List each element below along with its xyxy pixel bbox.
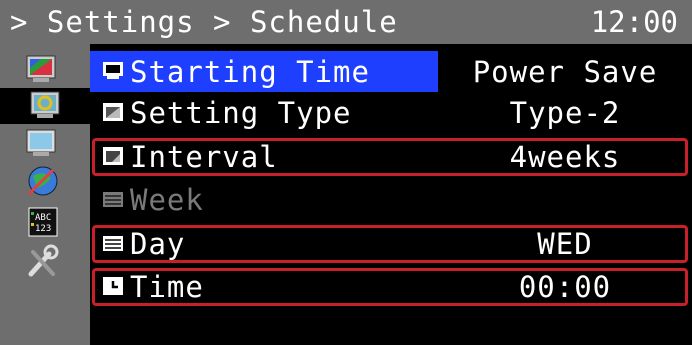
title-bar: > Settings > Schedule 12:00 xyxy=(0,0,692,44)
settings-menu: Starting Time Power Save Setting Type Ty… xyxy=(90,44,692,345)
globe-arrow-icon[interactable] xyxy=(12,164,74,200)
setting-type-label: Setting Type xyxy=(130,96,352,130)
clock: 12:00 xyxy=(590,5,678,39)
monitor-screen-icon xyxy=(103,62,123,79)
keyboard-icon xyxy=(103,192,123,207)
starting-time-value: Power Save xyxy=(472,55,658,89)
day-value: WED xyxy=(537,227,593,261)
svg-text:123: 123 xyxy=(35,224,51,234)
menu-row-starting-time[interactable]: Starting Time Power Save xyxy=(90,51,692,92)
breadcrumb: > Settings > Schedule xyxy=(10,5,398,39)
menu-row-setting-type[interactable]: Setting Type Type-2 xyxy=(90,92,692,133)
menu-row-interval[interactable]: Interval 4weeks xyxy=(90,136,692,177)
day-label: Day xyxy=(130,227,186,261)
monitor-icon[interactable] xyxy=(12,126,74,162)
interval-label: Interval xyxy=(130,140,278,174)
time-value: 00:00 xyxy=(518,270,612,304)
window-icon xyxy=(103,103,123,121)
setting-type-value: Type-2 xyxy=(509,96,621,130)
menu-row-week: Week xyxy=(90,179,692,220)
abc-123-icon[interactable]: ABC 123 xyxy=(12,204,74,240)
window-corner-icon xyxy=(103,147,123,165)
week-label: Week xyxy=(130,183,204,217)
sidebar: ABC 123 xyxy=(0,44,90,345)
keyboard-icon xyxy=(103,236,123,251)
clock-icon xyxy=(103,277,123,295)
svg-text:ABC: ABC xyxy=(35,213,51,223)
monitor-gear-icon[interactable] xyxy=(0,88,90,124)
color-palette-icon[interactable] xyxy=(12,52,74,88)
wrench-icon[interactable] xyxy=(12,244,74,280)
time-label: Time xyxy=(130,270,204,304)
starting-time-label: Starting Time xyxy=(130,55,370,89)
menu-row-day[interactable]: Day WED xyxy=(90,223,692,264)
interval-value: 4weeks xyxy=(509,140,621,174)
menu-row-time[interactable]: Time 00:00 xyxy=(90,266,692,307)
